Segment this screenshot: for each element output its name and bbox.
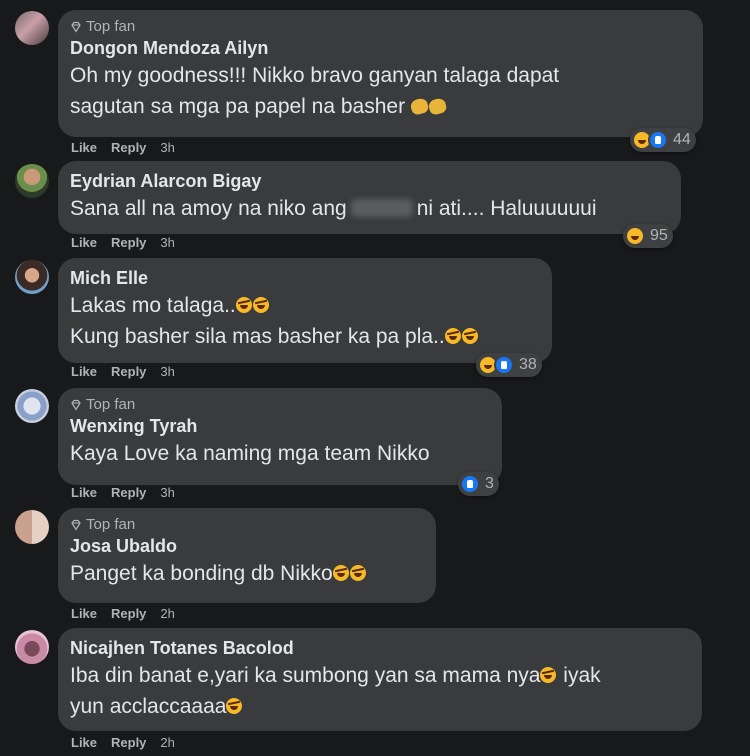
- comment-text: Sana all na amoy na niko ang ni ati.... H…: [70, 193, 669, 224]
- timestamp[interactable]: 3h: [160, 140, 174, 156]
- comments-feed: Top fan Dongon Mendoza Ailyn Oh my goodn…: [0, 0, 750, 756]
- laughing-emoji-icon: [252, 297, 269, 313]
- reaction-count: 38: [519, 356, 537, 373]
- comment-line-wrap: Panget ka bonding db Nikko: [70, 558, 424, 589]
- comment-author[interactable]: Mich Elle: [70, 266, 540, 290]
- comment-line: Panget ka bonding db Nikko: [70, 562, 333, 585]
- avatar[interactable]: [15, 11, 49, 45]
- reaction-count: 44: [673, 131, 691, 148]
- reply-link[interactable]: Reply: [111, 140, 146, 156]
- like-link[interactable]: Like: [71, 140, 97, 156]
- reply-link[interactable]: Reply: [111, 235, 146, 251]
- comment-line: Kaya Love ka naming mga team Nikko: [70, 442, 430, 465]
- reaction-summary[interactable]: 3: [458, 472, 499, 496]
- comment-text: Panget ka bonding db Nikko: [70, 558, 424, 589]
- comment-line: sagutan sa mga pa papel na basher: [70, 95, 406, 118]
- laughing-emoji-icon: [226, 698, 243, 714]
- comment-actions: Like Reply 3h: [71, 235, 175, 251]
- top-fan-label: Top fan: [86, 516, 136, 533]
- diamond-icon: [71, 399, 81, 411]
- comment-bubble: Eydrian Alarcon Bigay Sana all na amoy n…: [58, 161, 681, 234]
- laughing-emoji-icon: [461, 328, 478, 344]
- comment-line: Lakas mo talaga..: [70, 294, 236, 317]
- comment-author[interactable]: Josa Ubaldo: [70, 534, 424, 558]
- haha-reaction-icon: [625, 226, 645, 246]
- top-fan-badge: Top fan: [70, 516, 424, 534]
- reaction-count: 3: [485, 475, 494, 492]
- like-link[interactable]: Like: [71, 235, 97, 251]
- reaction-count: 95: [650, 227, 668, 244]
- comment-text: Iba din banat e,yari ka sumbong yan sa m…: [70, 660, 690, 722]
- timestamp[interactable]: 2h: [160, 606, 174, 622]
- comment-actions: Like Reply 3h: [71, 364, 175, 380]
- avatar[interactable]: [15, 260, 49, 294]
- top-fan-label: Top fan: [86, 396, 136, 413]
- like-link[interactable]: Like: [71, 364, 97, 380]
- like-reaction-icon: [494, 355, 514, 375]
- reaction-summary[interactable]: 44: [630, 128, 696, 152]
- laughing-emoji-icon: [444, 328, 461, 344]
- comment-line: Sana all na amoy na niko ang: [70, 197, 347, 220]
- comment-line: Oh my goodness!!! Nikko bravo ganyan tal…: [70, 64, 560, 87]
- comment-actions: Like Reply 3h: [71, 485, 175, 501]
- laughing-emoji-icon: [332, 565, 349, 581]
- diamond-icon: [71, 519, 81, 531]
- comment-bubble: Top fan Dongon Mendoza Ailyn Oh my goodn…: [58, 10, 703, 137]
- timestamp[interactable]: 3h: [160, 485, 174, 501]
- comment-line-wrap: yun acclaccaaaa: [70, 691, 690, 722]
- comment-actions: Like Reply 2h: [71, 606, 175, 622]
- avatar[interactable]: [15, 630, 49, 664]
- comment-line: Kung basher sila mas basher ka pa pla..: [70, 325, 445, 348]
- comment-author[interactable]: Eydrian Alarcon Bigay: [70, 169, 669, 193]
- top-fan-label: Top fan: [86, 18, 136, 35]
- reply-link[interactable]: Reply: [111, 485, 146, 501]
- clap-emoji-icon: [409, 97, 430, 116]
- top-fan-badge: Top fan: [70, 396, 490, 414]
- like-reaction-icon: [648, 130, 668, 150]
- comment-line: yun acclaccaaaa: [70, 695, 227, 718]
- laughing-emoji-icon: [349, 565, 366, 581]
- comment-actions: Like Reply 2h: [71, 735, 175, 751]
- comment-author[interactable]: Nicajhen Totanes Bacolod: [70, 636, 690, 660]
- comment-line-wrap: Iba din banat e,yari ka sumbong yan sa m…: [70, 660, 690, 691]
- reaction-summary[interactable]: 38: [476, 353, 542, 377]
- like-link[interactable]: Like: [71, 606, 97, 622]
- reaction-summary[interactable]: 95: [623, 224, 673, 248]
- comment-line-wrap: Lakas mo talaga..: [70, 290, 540, 321]
- comment-bubble: Nicajhen Totanes Bacolod Iba din banat e…: [58, 628, 702, 731]
- timestamp[interactable]: 2h: [160, 735, 174, 751]
- comment-author[interactable]: Wenxing Tyrah: [70, 414, 490, 438]
- comment-line: iyak: [563, 664, 601, 687]
- comment-bubble: Mich Elle Lakas mo talaga.. Kung basher …: [58, 258, 552, 363]
- laughing-emoji-icon: [540, 667, 557, 683]
- laughing-emoji-icon: [235, 297, 252, 313]
- comment-line: ni ati.... Haluuuuuui: [416, 197, 597, 220]
- avatar[interactable]: [15, 389, 49, 423]
- comment-line-wrap: Kung basher sila mas basher ka pa pla..: [70, 321, 540, 352]
- comment-author[interactable]: Dongon Mendoza Ailyn: [70, 36, 691, 60]
- clap-emoji-icon: [427, 97, 448, 116]
- comment-text: Lakas mo talaga.. Kung basher sila mas b…: [70, 290, 540, 352]
- reply-link[interactable]: Reply: [111, 735, 146, 751]
- comment-text: Oh my goodness!!! Nikko bravo ganyan tal…: [70, 60, 691, 122]
- blurred-word: [350, 199, 413, 217]
- comment-line-wrap: sagutan sa mga pa papel na basher: [70, 91, 691, 122]
- timestamp[interactable]: 3h: [160, 235, 174, 251]
- reply-link[interactable]: Reply: [111, 606, 146, 622]
- comment-actions: Like Reply 3h: [71, 140, 175, 156]
- comment-bubble: Top fan Wenxing Tyrah Kaya Love ka namin…: [58, 388, 502, 485]
- timestamp[interactable]: 3h: [160, 364, 174, 380]
- avatar[interactable]: [15, 164, 49, 198]
- reply-link[interactable]: Reply: [111, 364, 146, 380]
- diamond-icon: [71, 21, 81, 33]
- top-fan-badge: Top fan: [70, 18, 691, 36]
- like-reaction-icon: [460, 474, 480, 494]
- comment-line: Iba din banat e,yari ka sumbong yan sa m…: [70, 664, 541, 687]
- like-link[interactable]: Like: [71, 735, 97, 751]
- comment-text: Kaya Love ka naming mga team Nikko: [70, 438, 490, 469]
- like-link[interactable]: Like: [71, 485, 97, 501]
- avatar[interactable]: [15, 510, 49, 544]
- comment-bubble: Top fan Josa Ubaldo Panget ka bonding db…: [58, 508, 436, 603]
